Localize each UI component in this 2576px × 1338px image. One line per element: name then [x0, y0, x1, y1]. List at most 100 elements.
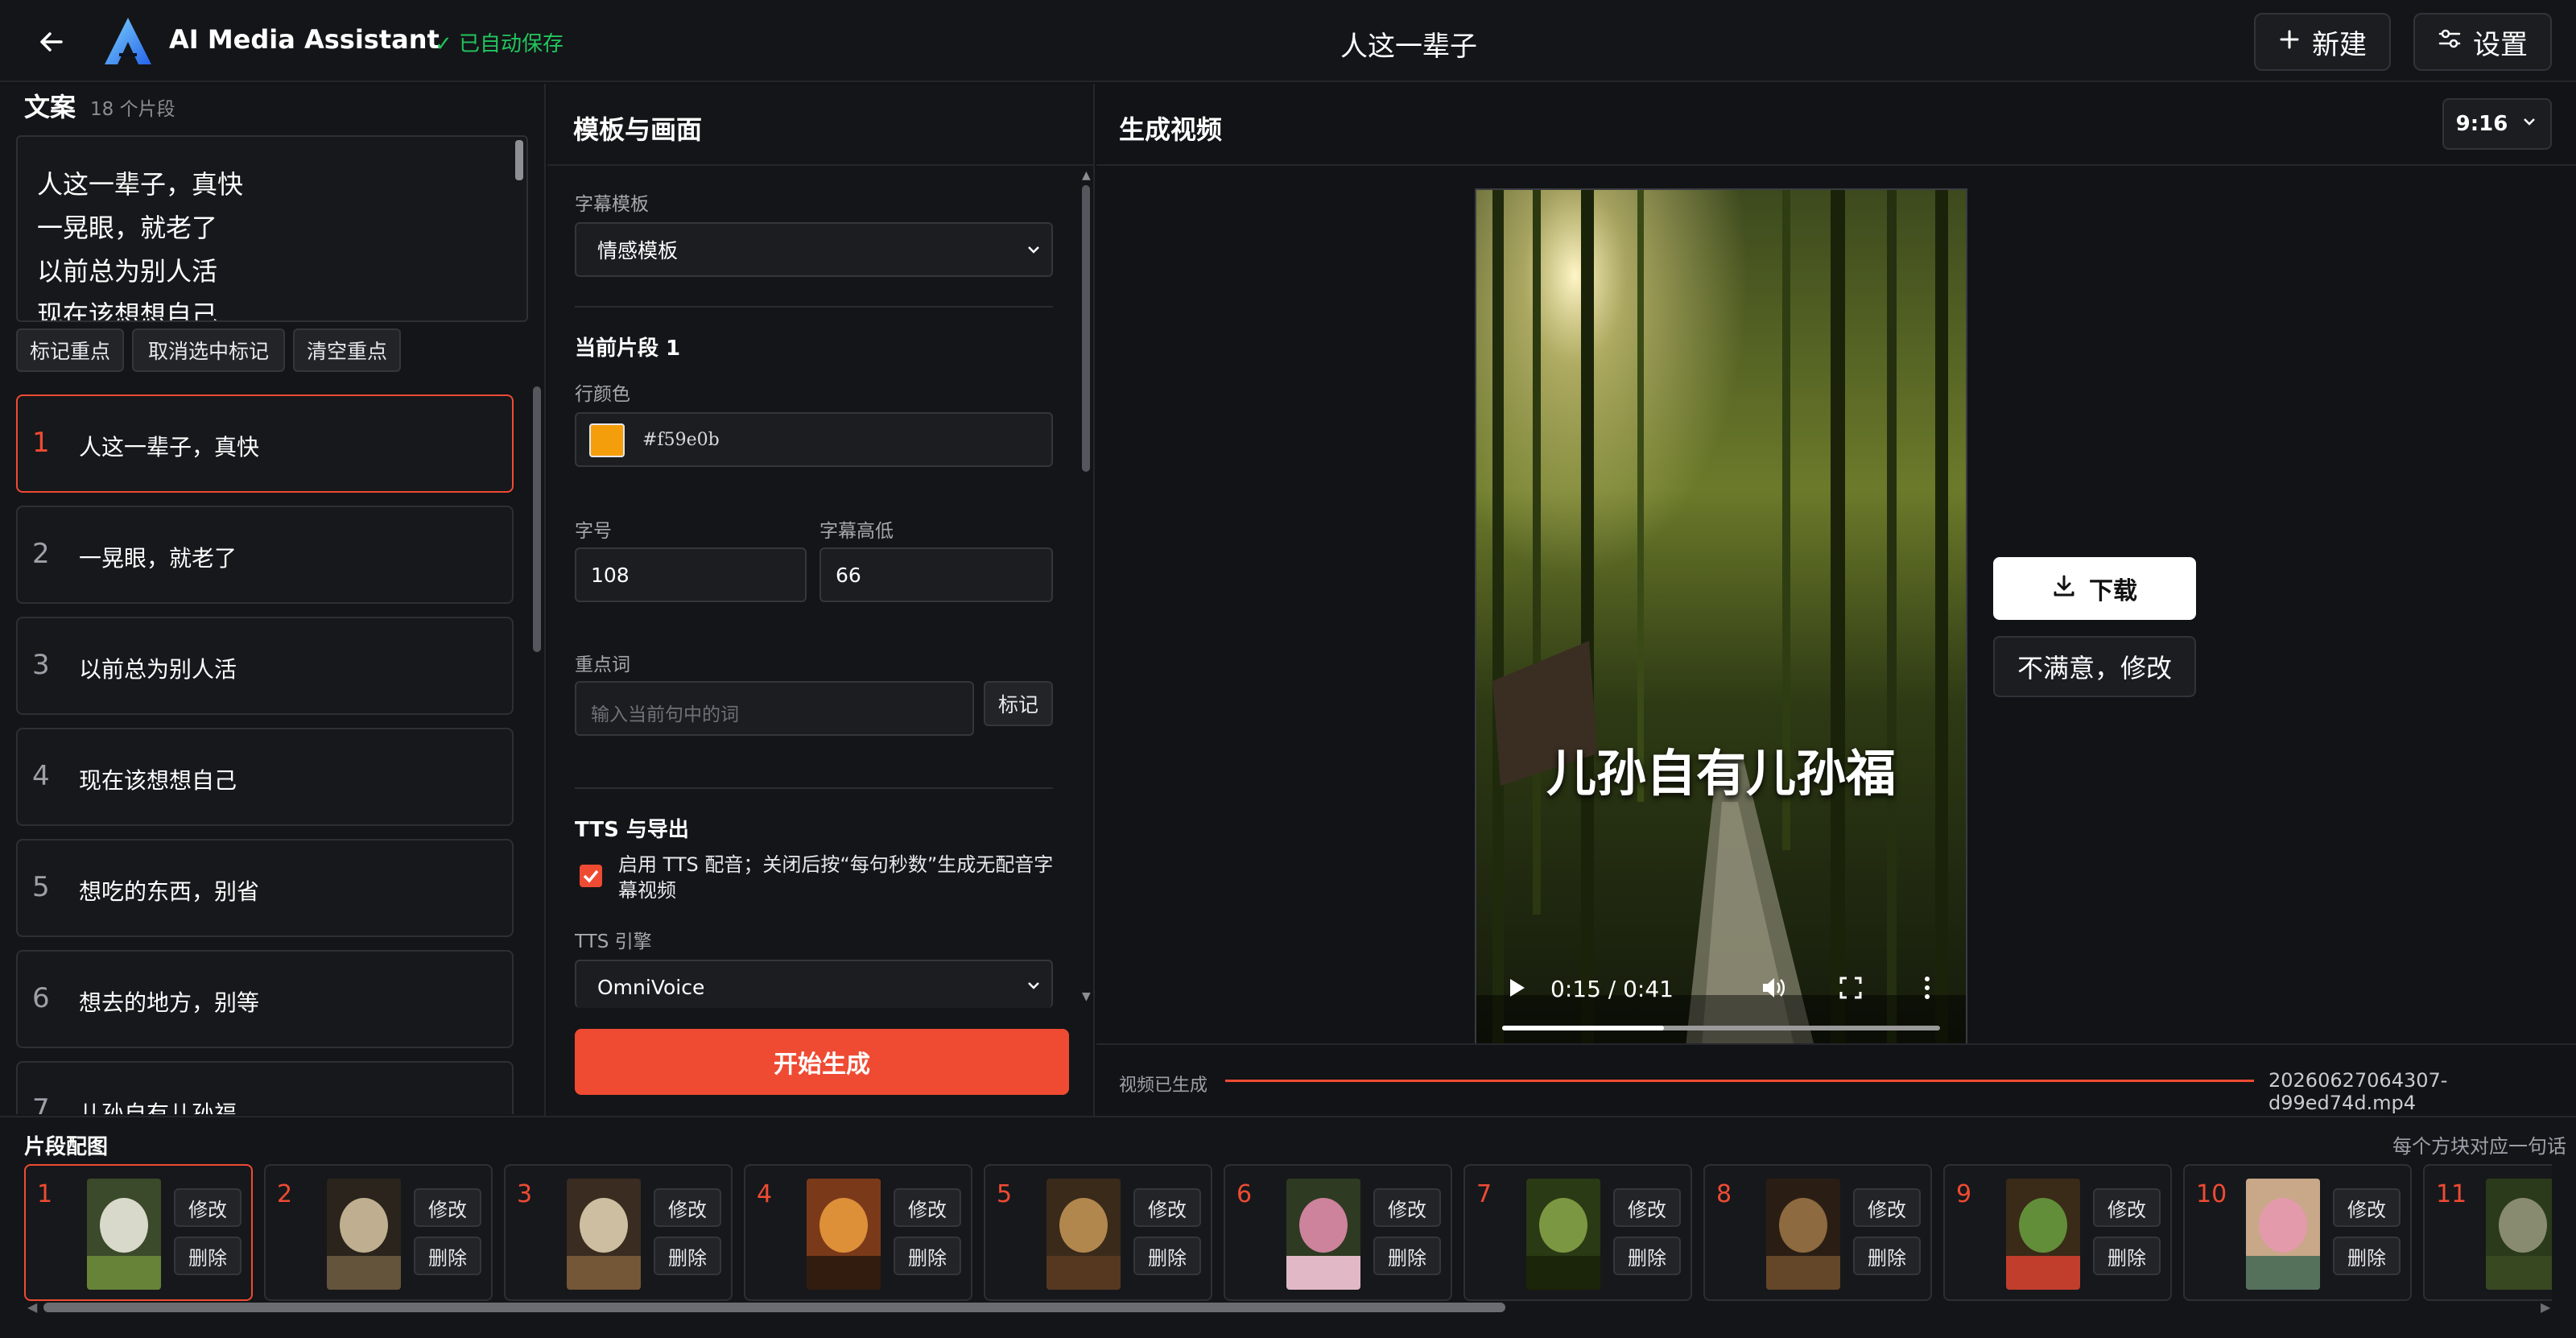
segment-image-card[interactable]: 6 修改 删除 — [1224, 1164, 1452, 1301]
segment-image-card[interactable]: 2 修改 删除 — [264, 1164, 493, 1301]
scroll-right-arrow-icon[interactable]: ▶ — [2541, 1299, 2550, 1315]
segment-list-scrollbar[interactable] — [533, 386, 541, 652]
volume-icon[interactable] — [1760, 974, 1787, 1005]
lotus-pond-image[interactable] — [2246, 1179, 2320, 1290]
card-delete-button[interactable]: 删除 — [2093, 1237, 2161, 1275]
segment-image-card[interactable]: 5 修改 删除 — [984, 1164, 1212, 1301]
subtitle-height-input[interactable]: 66 — [819, 547, 1053, 602]
open-book-image[interactable] — [567, 1179, 641, 1290]
line-color-field[interactable]: #f59e0b — [575, 412, 1053, 467]
template-panel-scrollbar[interactable] — [1082, 185, 1090, 472]
clear-highlights-button[interactable]: 清空重点 — [293, 328, 401, 372]
segment-item[interactable]: 6 想去的地方，别等 — [16, 950, 514, 1048]
modify-button[interactable]: 不满意，修改 — [1993, 636, 2196, 697]
tts-engine-select[interactable]: OmniVoice — [575, 960, 1053, 1008]
color-swatch[interactable] — [589, 423, 625, 457]
segment-text: 想去的地方，别等 — [79, 989, 260, 1016]
back-arrow-icon[interactable] — [34, 24, 69, 60]
keyword-input[interactable]: 输入当前句中的词 — [575, 681, 974, 736]
horizontal-scrollbar[interactable] — [43, 1303, 1505, 1312]
segment-image-card[interactable]: 3 修改 删除 — [504, 1164, 733, 1301]
card-delete-button[interactable]: 删除 — [1853, 1237, 1921, 1275]
window-desk-image[interactable] — [327, 1179, 401, 1290]
document-title[interactable]: 人这一辈子 — [1208, 24, 1610, 64]
segment-image-card[interactable]: 4 修改 删除 — [744, 1164, 972, 1301]
video-time: 0:15 / 0:41 — [1550, 976, 1674, 1002]
bamboo-forest-image[interactable] — [1526, 1179, 1600, 1290]
card-edit-button[interactable]: 修改 — [174, 1188, 242, 1227]
segment-item[interactable]: 3 以前总为别人活 — [16, 617, 514, 715]
script-title: 文案 — [24, 92, 76, 122]
card-edit-button[interactable]: 修改 — [1853, 1188, 1921, 1227]
aspect-ratio-select[interactable]: 9:16 — [2442, 98, 2552, 150]
mark-highlight-button[interactable]: 标记重点 — [16, 328, 124, 372]
script-textarea[interactable]: 人这一辈子，真快 一晃眼，就老了 以前总为别人活 现在该想想自己 — [16, 135, 528, 322]
play-icon[interactable] — [1504, 976, 1528, 1000]
segment-image-card[interactable]: 11 — [2423, 1164, 2552, 1301]
segment-image-card[interactable]: 9 修改 删除 — [1943, 1164, 2172, 1301]
subtitle-template-select[interactable]: 情感模板 — [575, 222, 1053, 277]
card-delete-button[interactable]: 删除 — [1613, 1237, 1681, 1275]
segment-number: 6 — [32, 982, 50, 1014]
keyword-mark-button[interactable]: 标记 — [984, 681, 1053, 726]
fullscreen-icon[interactable] — [1839, 976, 1863, 1003]
vegetable-basket-image[interactable] — [2006, 1179, 2080, 1290]
sunset-path-image[interactable] — [807, 1179, 881, 1290]
card-edit-button[interactable]: 修改 — [1613, 1188, 1681, 1227]
segment-item[interactable]: 2 一晃眼，就老了 — [16, 506, 514, 604]
segment-item[interactable]: 5 想吃的东西，别省 — [16, 839, 514, 937]
script-line: 以前总为别人活 — [37, 256, 218, 287]
more-options-icon[interactable] — [1919, 974, 1935, 1005]
unmark-selection-button[interactable]: 取消选中标记 — [132, 328, 285, 372]
current-segment-title: 当前片段 1 — [575, 337, 681, 361]
armchair-room-image[interactable] — [1046, 1179, 1121, 1290]
segment-image-card[interactable]: 1 修改 删除 — [24, 1164, 253, 1301]
card-edit-button[interactable]: 修改 — [654, 1188, 721, 1227]
scroll-up-arrow-icon[interactable]: ▲ — [1082, 169, 1091, 182]
segment-image-card[interactable]: 10 修改 删除 — [2183, 1164, 2412, 1301]
card-delete-button[interactable]: 删除 — [1133, 1237, 1201, 1275]
video-player[interactable] — [1475, 188, 1967, 1045]
autosave-status: ✓ 已自动保存 — [435, 32, 564, 56]
card-edit-button[interactable]: 修改 — [414, 1188, 481, 1227]
settings-button-label: 设置 — [2473, 28, 2528, 61]
tts-checkbox-label: 启用 TTS 配音；关闭后按“每句秒数”生成无配音字幕视频 — [618, 853, 1054, 902]
bamboo-forest-video-frame — [1476, 190, 1966, 1043]
card-delete-button[interactable]: 删除 — [894, 1237, 961, 1275]
peony-flowers-image[interactable] — [1286, 1179, 1360, 1290]
start-generate-button[interactable]: 开始生成 — [575, 1029, 1069, 1095]
segment-item[interactable]: 7 儿孙自有儿孙福 — [16, 1061, 514, 1114]
textarea-scrollbar[interactable] — [515, 140, 523, 180]
segment-item[interactable]: 1 人这一辈子，真快 — [16, 394, 514, 493]
output-file-name[interactable]: 20260627064307-d99ed74d.mp4 — [2268, 1069, 2576, 1114]
app-title: AI Media Assistant — [169, 24, 440, 55]
tts-engine-label: TTS 引擎 — [575, 931, 652, 952]
segment-image-card[interactable]: 7 修改 删除 — [1463, 1164, 1692, 1301]
teapot-image[interactable] — [1766, 1179, 1840, 1290]
new-button[interactable]: 新建 — [2254, 13, 2391, 71]
download-button[interactable]: 下载 — [1993, 557, 2196, 620]
scroll-left-arrow-icon[interactable]: ◀ — [27, 1299, 37, 1315]
bamboo-path-image[interactable] — [2486, 1179, 2552, 1290]
chevron-down-icon — [1024, 240, 1043, 264]
card-delete-button[interactable]: 删除 — [1373, 1237, 1441, 1275]
card-edit-button[interactable]: 修改 — [1373, 1188, 1441, 1227]
divider — [575, 787, 1053, 789]
segment-text: 人这一辈子，真快 — [79, 434, 260, 460]
scroll-down-arrow-icon[interactable]: ▼ — [1082, 990, 1091, 1003]
card-delete-button[interactable]: 删除 — [174, 1237, 242, 1275]
settings-button[interactable]: 设置 — [2413, 13, 2552, 71]
card-edit-button[interactable]: 修改 — [894, 1188, 961, 1227]
segment-image-card[interactable]: 8 修改 删除 — [1703, 1164, 1932, 1301]
video-progress-fill — [1502, 1026, 1664, 1030]
card-edit-button[interactable]: 修改 — [2333, 1188, 2401, 1227]
tts-checkbox[interactable] — [580, 865, 602, 887]
lily-flowers-image[interactable] — [87, 1179, 161, 1290]
segment-item[interactable]: 4 现在该想想自己 — [16, 728, 514, 826]
card-edit-button[interactable]: 修改 — [1133, 1188, 1201, 1227]
card-edit-button[interactable]: 修改 — [2093, 1188, 2161, 1227]
card-delete-button[interactable]: 删除 — [2333, 1237, 2401, 1275]
font-size-input[interactable]: 108 — [575, 547, 807, 602]
card-delete-button[interactable]: 删除 — [654, 1237, 721, 1275]
card-delete-button[interactable]: 删除 — [414, 1237, 481, 1275]
